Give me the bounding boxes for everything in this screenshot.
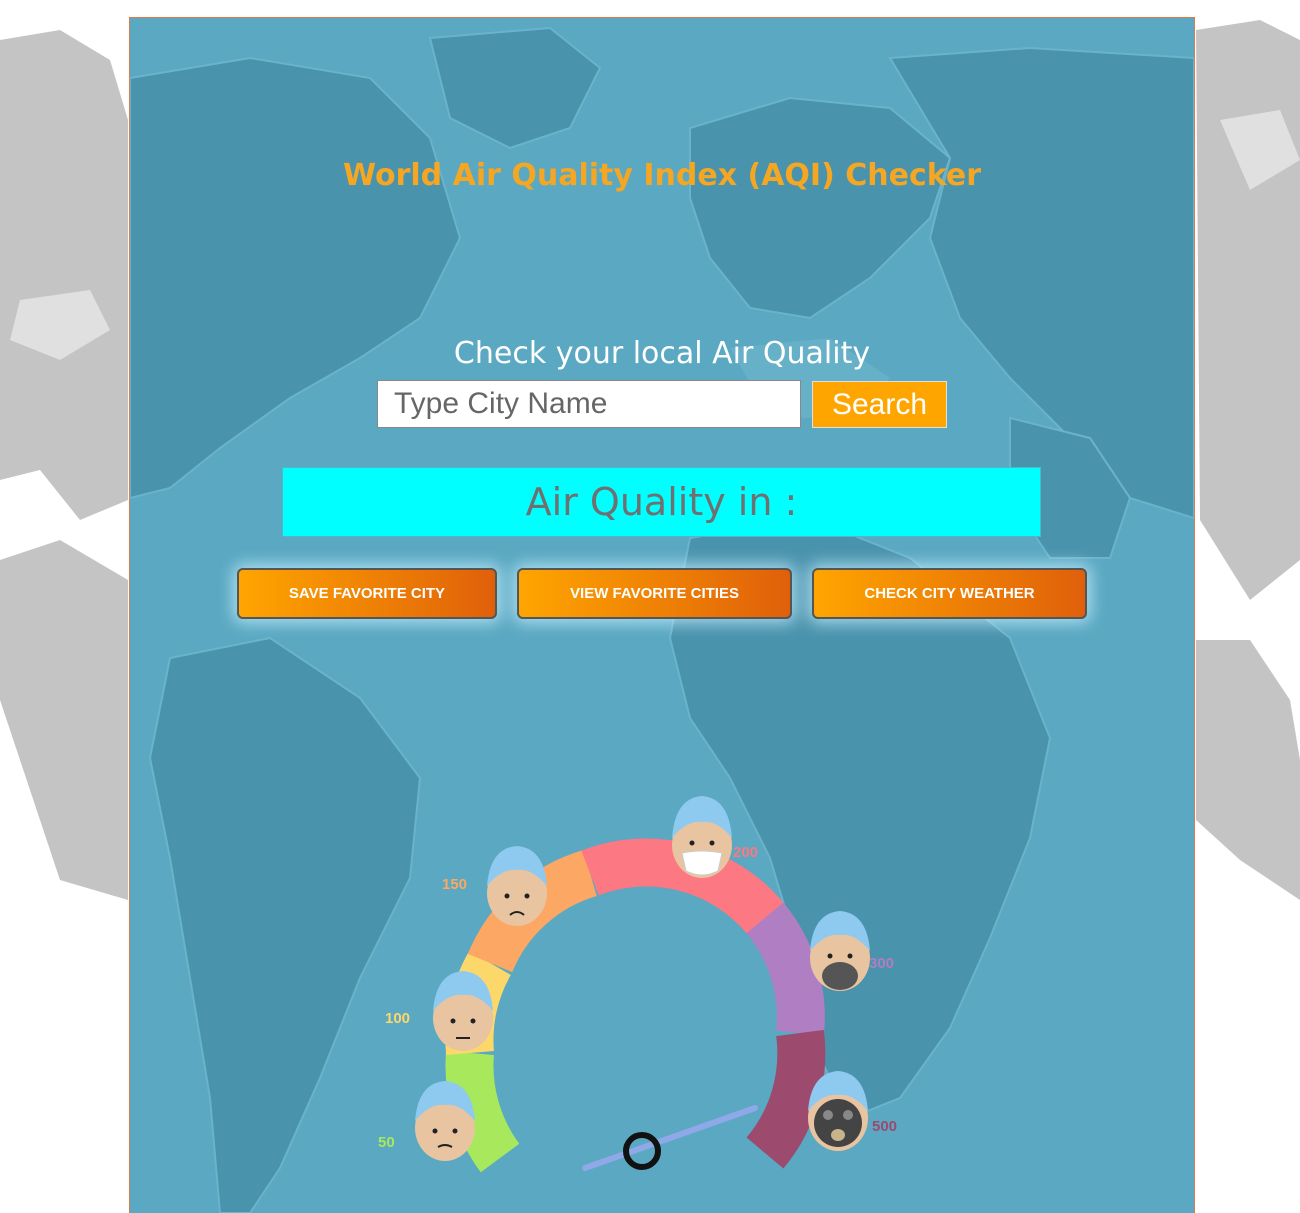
gauge-segment-unhealthy xyxy=(581,838,784,934)
face-hazardous-icon xyxy=(808,1071,868,1151)
face-very-unhealthy-icon xyxy=(810,911,870,991)
air-quality-result: Air Quality in : xyxy=(282,467,1041,537)
search-heading: Check your local Air Quality xyxy=(453,336,871,371)
face-good-icon xyxy=(415,1081,475,1161)
gauge-label-50: 50 xyxy=(378,1134,395,1151)
check-city-weather-button[interactable]: CHECK CITY WEATHER xyxy=(812,568,1087,619)
face-unhealthy-icon xyxy=(672,796,732,878)
face-sensitive-icon xyxy=(487,846,547,926)
face-moderate-icon xyxy=(433,971,493,1051)
gauge-label-200: 200 xyxy=(733,844,758,861)
gauge-segment-hazardous xyxy=(746,1029,826,1169)
gauge-segment-good xyxy=(445,1051,520,1173)
gauge-label-150: 150 xyxy=(442,876,467,893)
city-search-input[interactable] xyxy=(377,380,801,428)
gauge-needle xyxy=(582,1105,758,1171)
page-title: World Air Quality Index (AQI) Checker xyxy=(342,158,982,193)
search-button[interactable]: Search xyxy=(812,381,947,428)
gauge-label-500: 500 xyxy=(872,1118,897,1135)
app-container: World Air Quality Index (AQI) Checker Ch… xyxy=(129,17,1195,1213)
gauge-label-100: 100 xyxy=(385,1010,410,1027)
view-favorite-cities-button[interactable]: VIEW FAVORITE CITIES xyxy=(517,568,792,619)
gauge-segment-very-unhealthy xyxy=(746,902,825,1036)
save-favorite-city-button[interactable]: SAVE FAVORITE CITY xyxy=(237,568,497,619)
aqi-gauge: 50 100 150 200 300 500 xyxy=(378,796,897,1173)
gauge-label-300: 300 xyxy=(869,955,894,972)
